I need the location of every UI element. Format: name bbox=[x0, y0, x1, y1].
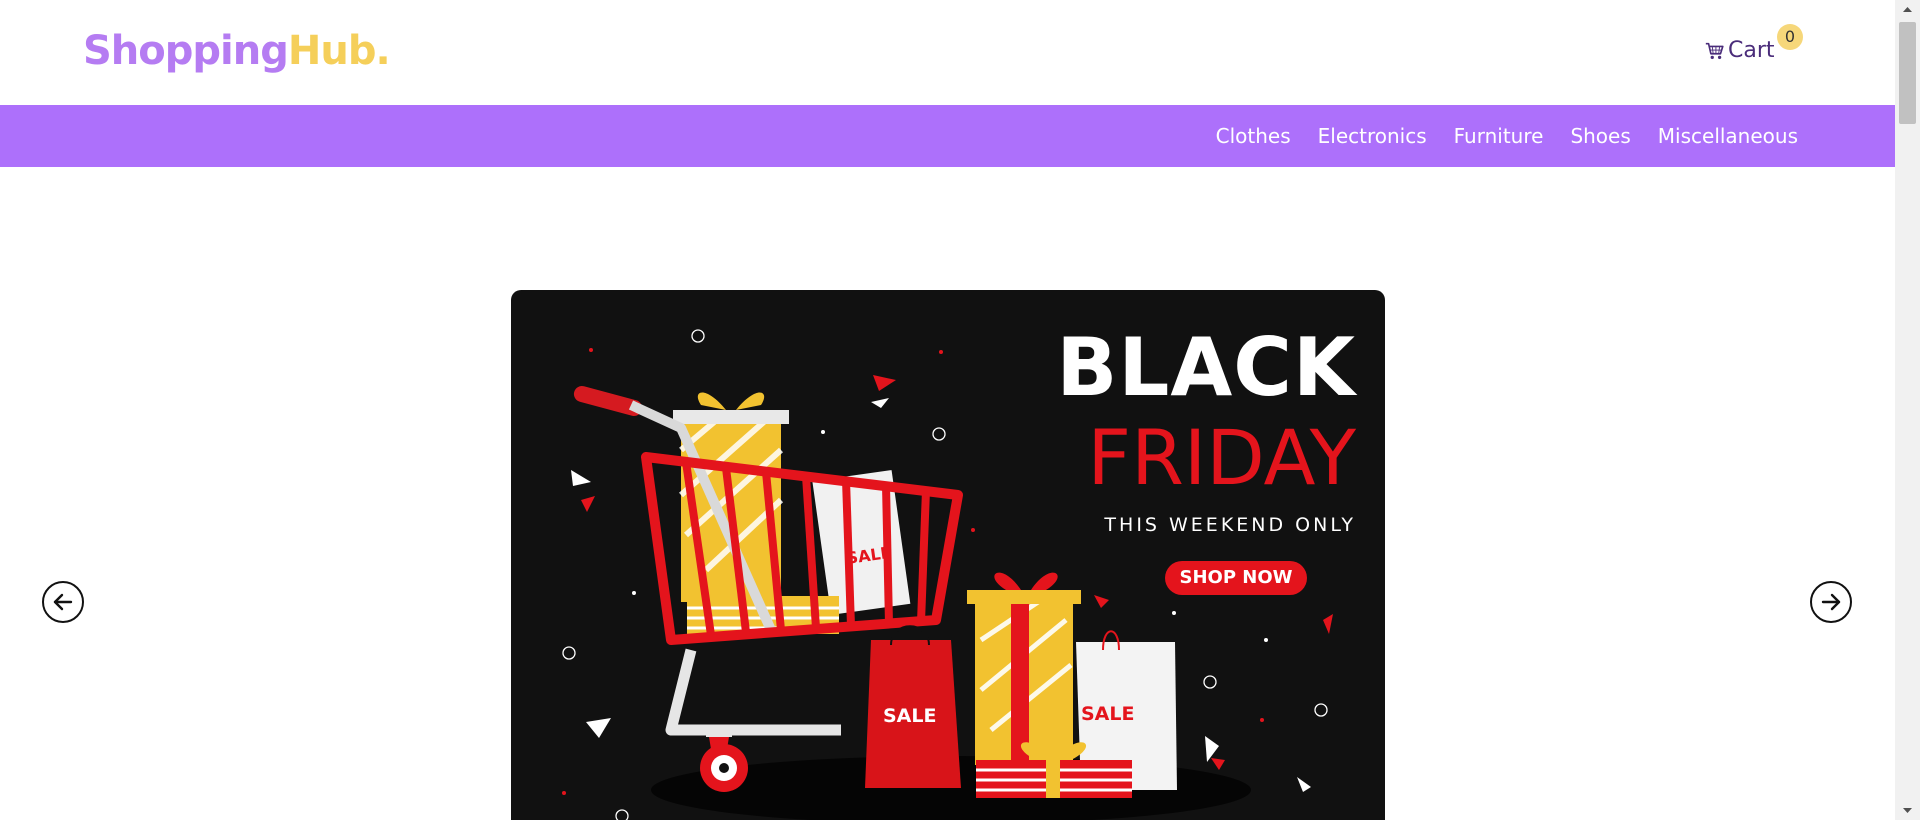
nav-item-miscellaneous[interactable]: Miscellaneous bbox=[1658, 124, 1798, 148]
nav-item-shoes[interactable]: Shoes bbox=[1570, 124, 1630, 148]
site-logo[interactable]: ShoppingHub. bbox=[83, 28, 391, 74]
slider-prev-button[interactable] bbox=[42, 581, 84, 623]
banner-title-black: BLACK bbox=[1056, 321, 1356, 414]
sale-tag-red-bag: SALE bbox=[883, 705, 936, 727]
scrollbar-thumb[interactable] bbox=[1899, 22, 1916, 124]
cart-count-badge: 0 bbox=[1777, 24, 1803, 50]
shopping-cart-icon bbox=[1705, 42, 1724, 59]
nav-item-electronics[interactable]: Electronics bbox=[1318, 124, 1427, 148]
top-header: ShoppingHub. Cart 0 bbox=[0, 0, 1895, 105]
nav-item-furniture[interactable]: Furniture bbox=[1454, 124, 1544, 148]
banner-subtitle: THIS WEEKEND ONLY bbox=[1104, 514, 1356, 536]
arrow-left-circle-icon bbox=[53, 593, 73, 611]
logo-text-secondary: Hub. bbox=[287, 28, 391, 74]
logo-text-primary: Shopping bbox=[83, 28, 289, 74]
cart-label: Cart bbox=[1728, 38, 1775, 63]
scroll-down-arrow-icon[interactable] bbox=[1895, 800, 1920, 820]
arrow-right-circle-icon bbox=[1821, 593, 1841, 611]
category-nav-list: Clothes Electronics Furniture Shoes Misc… bbox=[1189, 105, 1798, 167]
gift-box-center bbox=[967, 572, 1081, 765]
black-friday-banner[interactable]: SALE SALE SALE BLACK FRIDAY THIS WEEKEND… bbox=[511, 290, 1385, 820]
category-navbar: Clothes Electronics Furniture Shoes Misc… bbox=[0, 105, 1895, 167]
scroll-up-arrow-icon[interactable] bbox=[1895, 0, 1920, 20]
nav-item-clothes[interactable]: Clothes bbox=[1216, 124, 1291, 148]
sale-tag-white-bag: SALE bbox=[1081, 703, 1134, 725]
page-scrollbar[interactable] bbox=[1895, 0, 1920, 820]
page: ShoppingHub. Cart 0 Clothes Electronics … bbox=[0, 0, 1895, 820]
slider-next-button[interactable] bbox=[1810, 581, 1852, 623]
cart-button[interactable]: Cart bbox=[1704, 38, 1775, 63]
shop-now-button[interactable]: SHOP NOW bbox=[1165, 561, 1307, 595]
banner-title-friday: FRIDAY bbox=[1087, 413, 1356, 502]
